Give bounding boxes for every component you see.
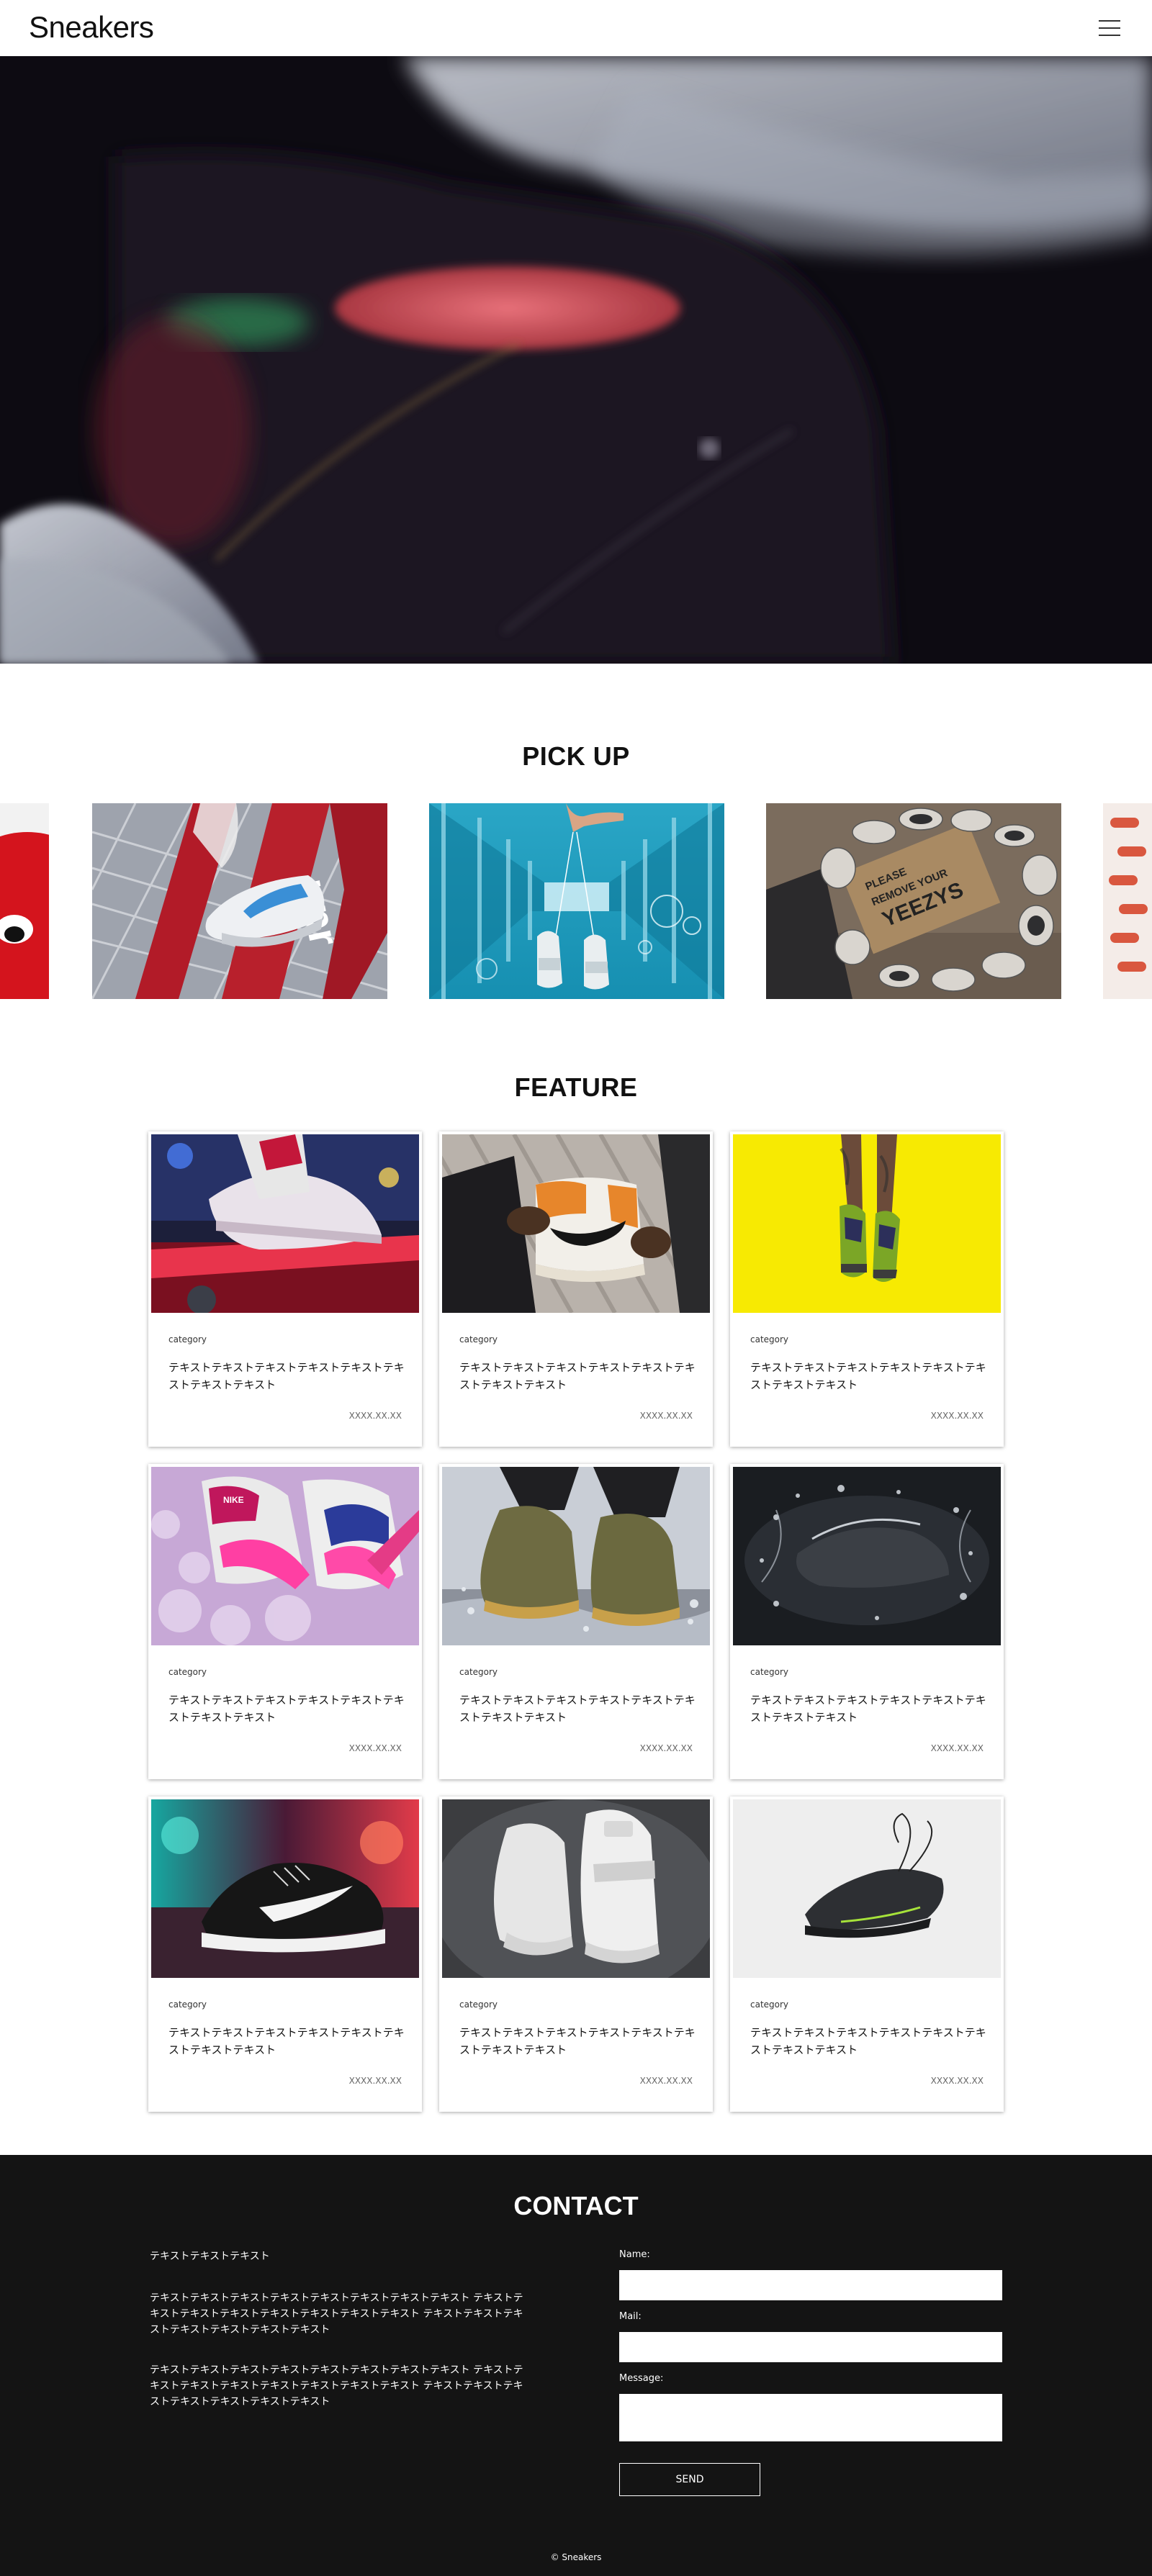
card-thumbnail <box>442 1799 710 1978</box>
sneaker-closeup-photo <box>0 56 1152 664</box>
feature-card[interactable]: category テキストテキストテキストテキストテキストテキストテキストテキス… <box>148 1131 422 1447</box>
pickup-item[interactable] <box>0 803 49 999</box>
pickup-item[interactable]: upr <box>92 803 387 999</box>
card-thumbnail <box>151 1134 419 1313</box>
card-date: XXXX.XX.XX <box>639 1743 693 1753</box>
card-category: category <box>459 1334 498 1345</box>
card-category: category <box>750 1334 789 1345</box>
menu-line <box>1099 20 1120 22</box>
feature-card[interactable]: category テキストテキストテキストテキストテキストテキストテキストテキス… <box>439 1797 713 2112</box>
feature-title: FEATURE <box>514 1072 638 1102</box>
card-thumbnail <box>442 1134 710 1313</box>
card-title: テキストテキストテキストテキストテキストテキストテキストテキスト <box>168 2026 405 2056</box>
sneaker-on-red-bars-photo: upr <box>92 803 387 999</box>
hamburger-menu-icon[interactable] <box>1099 19 1120 37</box>
sneakers-yellow-background-photo <box>733 1134 1001 1313</box>
contact-paragraph: テキストテキストテキストテキストテキストテキストテキストテキスト テキストテキス… <box>150 2292 523 2336</box>
message-field[interactable] <box>619 2394 1002 2441</box>
pickup-item[interactable] <box>429 803 724 999</box>
name-label: Name: <box>619 2249 650 2260</box>
card-date: XXXX.XX.XX <box>930 1743 984 1753</box>
feature-card[interactable]: NIKE category テキストテキストテキストテキストテキストテキストテキ… <box>148 1464 422 1779</box>
card-title: テキストテキストテキストテキストテキストテキストテキストテキスト <box>459 1361 696 1391</box>
card-category: category <box>750 1999 789 2010</box>
feature-card[interactable]: category テキストテキストテキストテキストテキストテキストテキストテキス… <box>148 1797 422 2112</box>
feature-card[interactable]: category テキストテキストテキストテキストテキストテキストテキストテキス… <box>439 1464 713 1779</box>
contact-section: CONTACT テキストテキストテキスト テキストテキストテキストテキストテキス… <box>0 2155 1152 2576</box>
white-high-tops-photo <box>442 1799 710 1978</box>
card-title: テキストテキストテキストテキストテキストテキストテキストテキスト <box>750 1694 986 1724</box>
copyright: © Sneakers <box>550 2552 602 2562</box>
card-thumbnail <box>151 1799 419 1978</box>
card-category: category <box>459 1667 498 1677</box>
card-thumbnail <box>733 1799 1001 1978</box>
pickup-carousel[interactable]: upr <box>0 803 1152 999</box>
menu-line <box>1099 27 1120 29</box>
feature-card[interactable]: category テキストテキストテキストテキストテキストテキストテキストテキス… <box>730 1464 1004 1779</box>
sneaker-water-splash-photo <box>733 1467 1001 1645</box>
red-character-photo <box>0 803 49 999</box>
feature-card[interactable]: category テキストテキストテキストテキストテキストテキストテキストテキス… <box>439 1131 713 1447</box>
card-title: テキストテキストテキストテキストテキストテキストテキストテキスト <box>459 2026 696 2056</box>
black-sneaker-white-bg-photo <box>733 1799 1001 1978</box>
pickup-item[interactable]: PLEASE REMOVE YOUR YEEZYS <box>766 803 1061 999</box>
card-date: XXXX.XX.XX <box>639 1411 693 1421</box>
card-date: XXXX.XX.XX <box>930 2076 984 2086</box>
card-category: category <box>168 1999 207 2010</box>
sneakers-circle-doormat-photo: PLEASE REMOVE YOUR YEEZYS <box>766 803 1061 999</box>
card-title: テキストテキストテキストテキストテキストテキストテキストテキスト <box>168 1694 405 1724</box>
card-date: XXXX.XX.XX <box>348 1411 402 1421</box>
card-category: category <box>750 1667 789 1677</box>
feature-card[interactable]: category テキストテキストテキストテキストテキストテキストテキストテキス… <box>730 1797 1004 2112</box>
card-thumbnail <box>733 1134 1001 1313</box>
card-thumbnail <box>442 1467 710 1645</box>
card-date: XXXX.XX.XX <box>348 2076 402 2086</box>
card-category: category <box>168 1334 207 1345</box>
contact-paragraph: テキストテキストテキストテキストテキストテキストテキストテキスト テキストテキス… <box>150 2364 523 2408</box>
sneakers-hanging-bridge-photo <box>429 803 724 999</box>
sneakers-pink-purple-photo: NIKE <box>151 1467 419 1645</box>
card-date: XXXX.XX.XX <box>639 2076 693 2086</box>
sneaker-held-in-hands-photo <box>442 1134 710 1313</box>
menu-line <box>1099 35 1120 36</box>
card-date: XXXX.XX.XX <box>348 1743 402 1753</box>
send-button[interactable]: SEND <box>619 2463 760 2496</box>
mail-label: Mail: <box>619 2311 642 2322</box>
card-date: XXXX.XX.XX <box>930 1411 984 1421</box>
contact-intro: テキストテキストテキスト <box>150 2251 270 2262</box>
contact-title: CONTACT <box>513 2191 639 2220</box>
card-title: テキストテキストテキストテキストテキストテキストテキストテキスト <box>750 1361 986 1391</box>
card-title: テキストテキストテキストテキストテキストテキストテキストテキスト <box>459 1694 696 1724</box>
card-category: category <box>459 1999 498 2010</box>
black-sneaker-neon-photo <box>151 1799 419 1978</box>
card-thumbnail <box>733 1467 1001 1645</box>
hero-image <box>0 56 1152 664</box>
card-title: テキストテキストテキストテキストテキストテキストテキストテキスト <box>750 2026 986 2056</box>
feature-card[interactable]: category テキストテキストテキストテキストテキストテキストテキストテキス… <box>730 1131 1004 1447</box>
message-label: Message: <box>619 2373 664 2384</box>
card-thumbnail: NIKE <box>151 1467 419 1645</box>
site-logo[interactable]: Sneakers <box>29 10 154 45</box>
pickup-item[interactable] <box>1103 803 1152 999</box>
sneaker-dj-stage-photo <box>151 1134 419 1313</box>
card-title: テキストテキストテキストテキストテキストテキストテキストテキスト <box>168 1361 405 1391</box>
mail-field[interactable] <box>619 2332 1002 2362</box>
partial-photo <box>1103 803 1152 999</box>
site-header: Sneakers <box>0 0 1152 56</box>
olive-boots-splash-photo <box>442 1467 710 1645</box>
name-field[interactable] <box>619 2270 1002 2300</box>
card-category: category <box>168 1667 207 1677</box>
svg-text:NIKE: NIKE <box>223 1495 244 1505</box>
pickup-title: PICK UP <box>522 741 630 771</box>
